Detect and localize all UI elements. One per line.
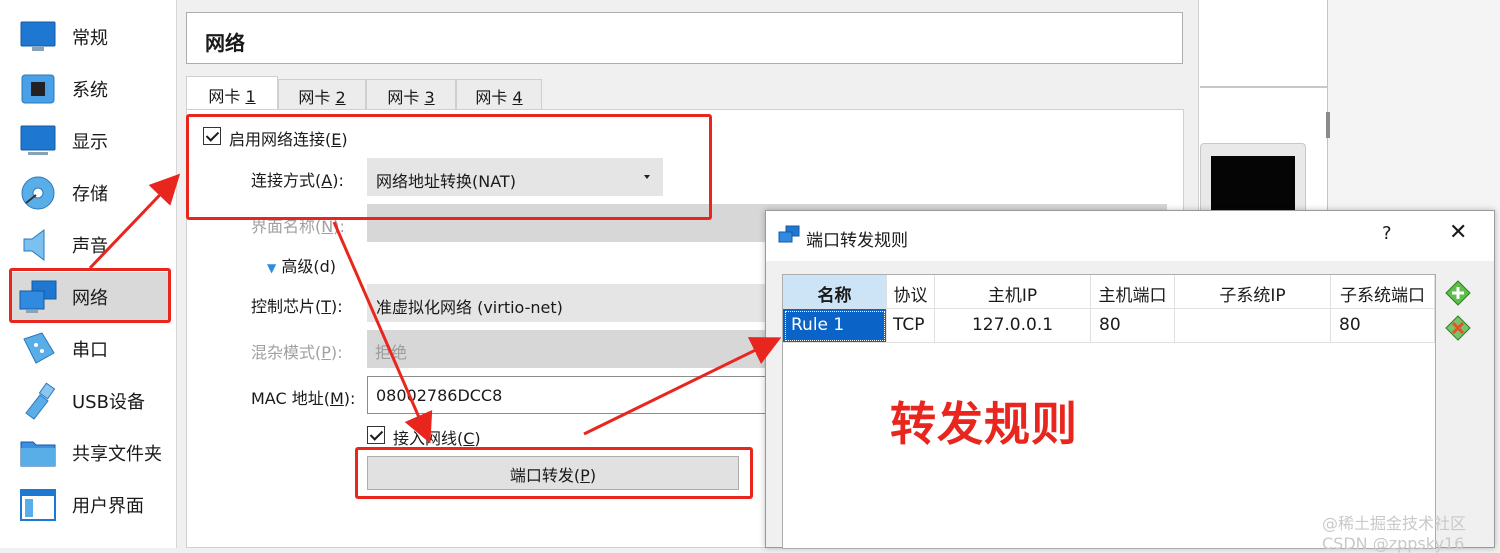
arrow-network-to-connection xyxy=(88,173,181,270)
arrow-port-forward-to-rules xyxy=(583,337,782,436)
arrow-connection-to-port-forward xyxy=(332,221,433,444)
annotation-label: 转发规则 xyxy=(890,397,1078,451)
watermark: @稀土掘金技术社区 CSDN @zppsky16 xyxy=(1322,514,1467,553)
annotation-arrows xyxy=(88,173,782,444)
